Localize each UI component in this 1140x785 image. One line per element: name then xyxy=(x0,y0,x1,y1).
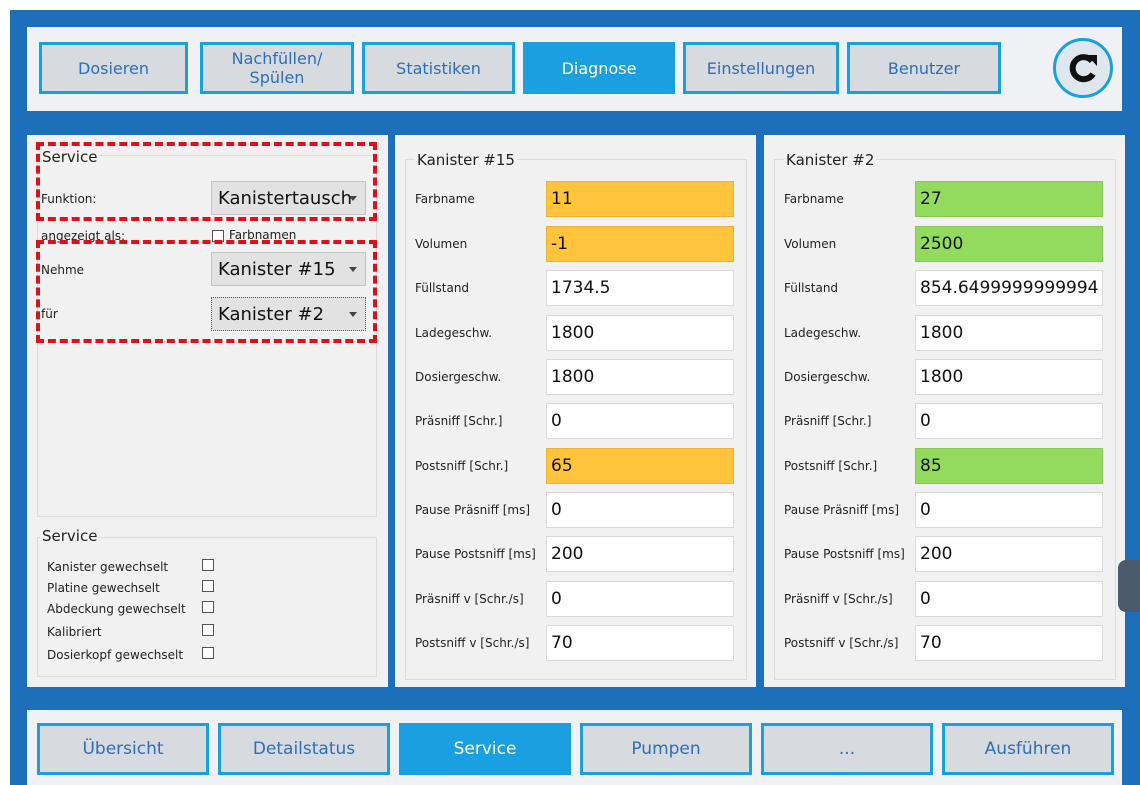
field-label: Postsniff v [Schr./s] xyxy=(784,636,899,650)
kanister_b-value-field[interactable]: 0 xyxy=(915,581,1103,617)
kanister_a-value-field[interactable]: 70 xyxy=(546,625,734,661)
kanister_b-value-field[interactable]: 27 xyxy=(915,181,1103,217)
platine-gewechselt-checkbox[interactable] xyxy=(202,580,214,592)
kanister_b-value-field[interactable]: 85 xyxy=(915,448,1103,484)
highlight-kanister-select xyxy=(36,240,377,343)
kanister-b-panel: Kanister #2 Farbname 27 Volumen 2500 Füllsta… xyxy=(764,135,1125,687)
kanister_b-value-field[interactable]: 1800 xyxy=(915,359,1103,395)
tab-dosieren[interactable]: Dosieren xyxy=(39,42,188,94)
kanister-b-title: Kanister #2 xyxy=(784,151,877,169)
kanister_a-value-field[interactable]: 0 xyxy=(546,403,734,439)
kanister_a-value-field[interactable]: 65 xyxy=(546,448,734,484)
tab-diagnose[interactable]: Diagnose xyxy=(523,42,675,94)
tab-service[interactable]: Service xyxy=(399,723,571,775)
field-label: Füllstand xyxy=(415,281,470,295)
field-label: Volumen xyxy=(784,237,837,251)
field-label: Füllstand xyxy=(784,281,839,295)
kanister_a-value-field[interactable]: 0 xyxy=(546,492,734,528)
check-label: Kalibriert xyxy=(47,625,102,639)
service-checklist-title: Service xyxy=(40,527,100,545)
kanister_b-value-field[interactable]: 0 xyxy=(915,492,1103,528)
kanister_b-value-field[interactable]: 70 xyxy=(915,625,1103,661)
tab-more[interactable]: ... xyxy=(761,723,933,775)
kanister_a-value-field[interactable]: -1 xyxy=(546,226,734,262)
field-label: Ladegeschw. xyxy=(784,326,862,340)
field-label: Pause Postsniff [ms] xyxy=(784,547,905,561)
kalibriert-checkbox[interactable] xyxy=(202,624,214,636)
tab-detailstatus[interactable]: Detailstatus xyxy=(218,723,390,775)
refresh-icon xyxy=(1069,54,1097,83)
bottom-nav: Übersicht Detailstatus Service Pumpen ..… xyxy=(27,710,1122,785)
field-label: Volumen xyxy=(415,237,468,251)
execute-button[interactable]: Ausführen xyxy=(942,723,1114,775)
field-label: Postsniff v [Schr./s] xyxy=(415,636,530,650)
kanister_a-value-field[interactable]: 0 xyxy=(546,581,734,617)
top-nav: Dosieren Nachfüllen/ Spülen Statistiken … xyxy=(27,27,1122,111)
highlight-funktion xyxy=(36,142,377,221)
kanister_a-value-field[interactable]: 11 xyxy=(546,181,734,217)
check-label: Dosierkopf gewechselt xyxy=(47,648,184,662)
field-label: Präsniff v [Schr./s] xyxy=(415,592,524,606)
kanister-a-panel: Kanister #15 Farbname 11 Volumen -1 Füllstan… xyxy=(395,135,756,687)
field-label: Dosiergeschw. xyxy=(784,370,871,384)
field-label: Präsniff [Schr.] xyxy=(415,414,503,428)
tab-nachfuellen-spuelen[interactable]: Nachfüllen/ Spülen xyxy=(200,42,354,94)
tab-uebersicht[interactable]: Übersicht xyxy=(37,723,209,775)
field-label: Postsniff [Schr.] xyxy=(784,459,878,473)
field-label: Dosiergeschw. xyxy=(415,370,502,384)
tab-benutzer[interactable]: Benutzer xyxy=(847,42,1001,94)
kanister_b-value-field[interactable]: 200 xyxy=(915,536,1103,572)
check-label: Abdeckung gewechselt xyxy=(47,602,186,616)
tab-einstellungen[interactable]: Einstellungen xyxy=(683,42,839,94)
kanister_a-value-field[interactable]: 1734.5 xyxy=(546,270,734,306)
field-label: Ladegeschw. xyxy=(415,326,493,340)
abdeckung-gewechselt-checkbox[interactable] xyxy=(202,601,214,613)
side-handle[interactable] xyxy=(1118,560,1140,612)
kanister_b-value-field[interactable]: 1800 xyxy=(915,315,1103,351)
field-label: Präsniff v [Schr./s] xyxy=(784,592,893,606)
check-label: Kanister gewechselt xyxy=(47,560,169,574)
kanister_a-value-field[interactable]: 1800 xyxy=(546,359,734,395)
kanister_a-value-field[interactable]: 200 xyxy=(546,536,734,572)
kanister-gewechselt-checkbox[interactable] xyxy=(202,559,214,571)
field-label: Farbname xyxy=(415,192,475,206)
field-label: Präsniff [Schr.] xyxy=(784,414,872,428)
field-label: Postsniff [Schr.] xyxy=(415,459,509,473)
field-label: Pause Präsniff [ms] xyxy=(415,503,530,517)
refresh-button[interactable] xyxy=(1053,38,1113,98)
field-label: Pause Präsniff [ms] xyxy=(784,503,899,517)
kanister_a-value-field[interactable]: 1800 xyxy=(546,315,734,351)
field-label: Pause Postsniff [ms] xyxy=(415,547,536,561)
field-label: Farbname xyxy=(784,192,844,206)
kanister-a-title: Kanister #15 xyxy=(415,151,517,169)
dosierkopf-gewechselt-checkbox[interactable] xyxy=(202,647,214,659)
kanister_b-value-field[interactable]: 2500 xyxy=(915,226,1103,262)
tab-statistiken[interactable]: Statistiken xyxy=(362,42,515,94)
tab-pumpen[interactable]: Pumpen xyxy=(580,723,752,775)
check-label: Platine gewechselt xyxy=(47,581,160,595)
kanister_b-value-field[interactable]: 0 xyxy=(915,403,1103,439)
kanister_b-value-field[interactable]: 854.6499999999994 xyxy=(915,270,1103,306)
